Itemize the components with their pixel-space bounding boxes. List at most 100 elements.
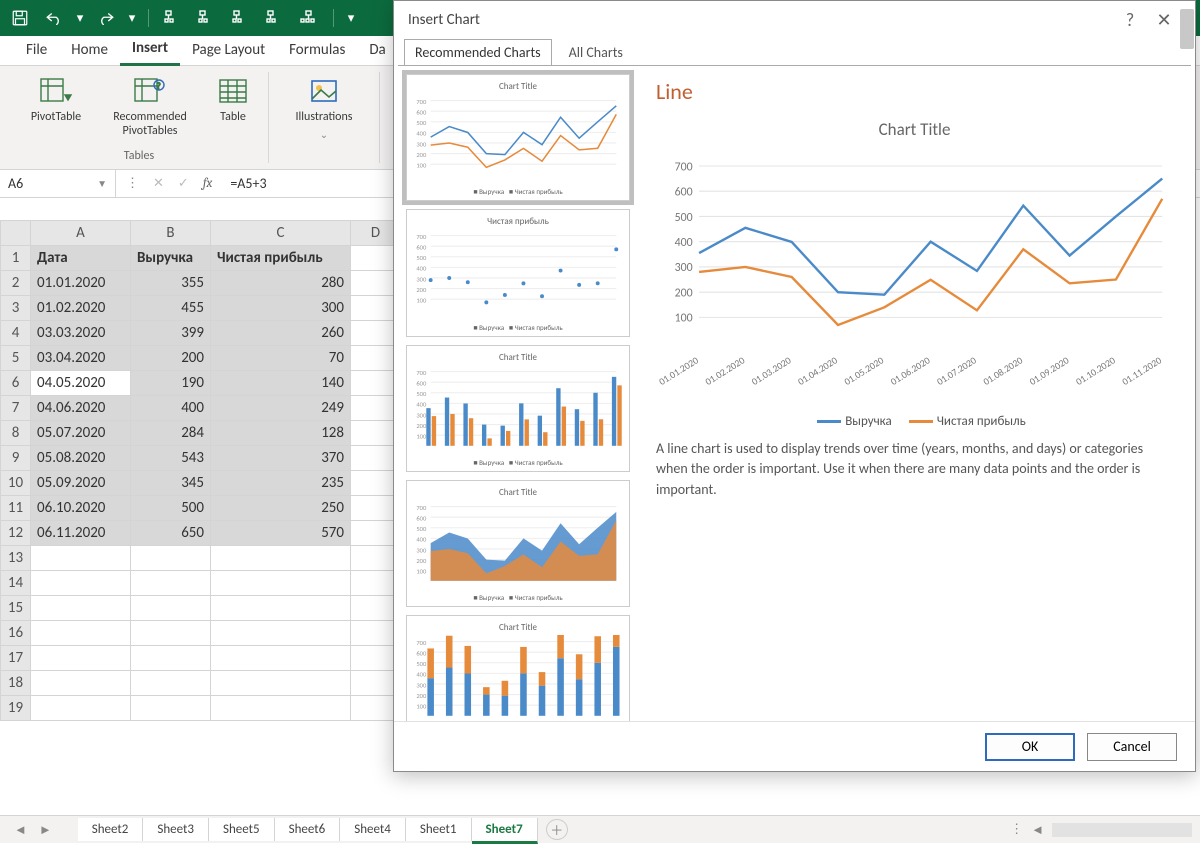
- cell[interactable]: 70: [211, 346, 351, 371]
- tab-all-charts[interactable]: All Charts: [558, 39, 634, 65]
- qat-chart-icon-3[interactable]: [227, 4, 255, 32]
- options-icon[interactable]: ⋮: [126, 176, 139, 191]
- cell[interactable]: 04.06.2020: [31, 396, 131, 421]
- cell[interactable]: 03.03.2020: [31, 321, 131, 346]
- row-header[interactable]: 17: [1, 646, 31, 671]
- qat-customize-icon[interactable]: ▾: [344, 4, 358, 32]
- redo-dropdown-icon[interactable]: ▾: [126, 4, 138, 32]
- cell[interactable]: 01.02.2020: [31, 296, 131, 321]
- cell[interactable]: 455: [131, 296, 211, 321]
- cell[interactable]: 399: [131, 321, 211, 346]
- row-header[interactable]: 1: [1, 246, 31, 271]
- cell[interactable]: 04.05.2020: [31, 371, 131, 396]
- cell[interactable]: 249: [211, 396, 351, 421]
- row-header[interactable]: 7: [1, 396, 31, 421]
- sheet-tab-sheet2[interactable]: Sheet2: [78, 818, 144, 841]
- row-header[interactable]: 2: [1, 271, 31, 296]
- name-box[interactable]: A6▼: [0, 170, 116, 197]
- row-header[interactable]: 4: [1, 321, 31, 346]
- cell[interactable]: 370: [211, 446, 351, 471]
- sheet-tab-sheet7[interactable]: Sheet7: [472, 818, 538, 844]
- col-header-A[interactable]: A: [31, 221, 131, 246]
- sheet-tab-sheet5[interactable]: Sheet5: [209, 818, 275, 841]
- sheet-tab-sheet6[interactable]: Sheet6: [275, 818, 341, 841]
- cell[interactable]: 543: [131, 446, 211, 471]
- cell[interactable]: 03.04.2020: [31, 346, 131, 371]
- qat-chart-icon-4[interactable]: [261, 4, 289, 32]
- cell[interactable]: 128: [211, 421, 351, 446]
- sheet-nav-prev[interactable]: ◄: [8, 822, 33, 838]
- cell[interactable]: 06.11.2020: [31, 521, 131, 546]
- row-header[interactable]: 10: [1, 471, 31, 496]
- fx-icon[interactable]: fx: [203, 176, 213, 191]
- ribbon-tab-da[interactable]: Da: [357, 35, 397, 65]
- cell[interactable]: 05.08.2020: [31, 446, 131, 471]
- qat-chart-icon-2[interactable]: [193, 4, 221, 32]
- chart-thumb-3[interactable]: Chart Title100200300400500600700■ Выручк…: [406, 480, 630, 607]
- undo-icon[interactable]: [40, 4, 68, 32]
- sheet-tab-sheet3[interactable]: Sheet3: [143, 818, 209, 841]
- cancel-formula-icon[interactable]: ✕: [153, 176, 164, 191]
- illustrations-button[interactable]: Illustrations ⌄: [279, 72, 369, 145]
- col-header-C[interactable]: C: [211, 221, 351, 246]
- add-sheet-button[interactable]: ＋: [546, 819, 568, 840]
- chart-thumb-0[interactable]: Chart Title100200300400500600700■ Выручк…: [406, 74, 630, 201]
- cell[interactable]: 01.01.2020: [31, 271, 131, 296]
- cancel-button[interactable]: Cancel: [1087, 733, 1177, 761]
- row-header[interactable]: 12: [1, 521, 31, 546]
- cell[interactable]: 250: [211, 496, 351, 521]
- cell[interactable]: 570: [211, 521, 351, 546]
- cell[interactable]: 284: [131, 421, 211, 446]
- sheet-tab-sheet1[interactable]: Sheet1: [406, 818, 472, 841]
- cell[interactable]: 280: [211, 271, 351, 296]
- row-header[interactable]: 3: [1, 296, 31, 321]
- chart-thumb-4[interactable]: Chart Title100200300400500600700■ Выручк…: [406, 615, 630, 721]
- row-header[interactable]: 18: [1, 671, 31, 696]
- ribbon-tab-insert[interactable]: Insert: [120, 33, 180, 66]
- col-header-B[interactable]: B: [131, 221, 211, 246]
- row-header[interactable]: 15: [1, 596, 31, 621]
- row-header[interactable]: 9: [1, 446, 31, 471]
- recommended-pivottables-button[interactable]: ? Recommended PivotTables: [100, 72, 200, 142]
- ribbon-tab-page-layout[interactable]: Page Layout: [180, 35, 277, 65]
- chart-thumb-2[interactable]: Chart Title100200300400500600700■ Выручк…: [406, 345, 630, 472]
- undo-dropdown-icon[interactable]: ▾: [74, 4, 86, 32]
- sheet-nav-next[interactable]: ►: [33, 822, 58, 838]
- save-icon[interactable]: [6, 4, 34, 32]
- row-header[interactable]: 5: [1, 346, 31, 371]
- cell[interactable]: 05.09.2020: [31, 471, 131, 496]
- cell[interactable]: 190: [131, 371, 211, 396]
- ok-button[interactable]: OK: [985, 733, 1075, 761]
- row-header[interactable]: 13: [1, 546, 31, 571]
- qat-chart-icon-1[interactable]: [159, 4, 187, 32]
- sheet-tab-sheet4[interactable]: Sheet4: [340, 818, 406, 841]
- cell[interactable]: 355: [131, 271, 211, 296]
- cell[interactable]: 140: [211, 371, 351, 396]
- cell[interactable]: 260: [211, 321, 351, 346]
- row-header[interactable]: 11: [1, 496, 31, 521]
- cell[interactable]: 235: [211, 471, 351, 496]
- cell[interactable]: 200: [131, 346, 211, 371]
- accept-formula-icon[interactable]: ✓: [178, 176, 189, 191]
- row-header[interactable]: 14: [1, 571, 31, 596]
- ribbon-tab-home[interactable]: Home: [59, 35, 120, 65]
- pivottable-button[interactable]: PivotTable: [20, 72, 92, 142]
- chart-thumb-1[interactable]: Чистая прибыль100200300400500600700■ Выр…: [406, 209, 630, 336]
- redo-icon[interactable]: [92, 4, 120, 32]
- row-header[interactable]: 8: [1, 421, 31, 446]
- qat-chart-icon-5[interactable]: [295, 4, 323, 32]
- cell[interactable]: 345: [131, 471, 211, 496]
- cell[interactable]: 500: [131, 496, 211, 521]
- row-header[interactable]: 16: [1, 621, 31, 646]
- cell[interactable]: 400: [131, 396, 211, 421]
- cell[interactable]: 300: [211, 296, 351, 321]
- ribbon-tab-file[interactable]: File: [14, 35, 59, 65]
- cell[interactable]: 05.07.2020: [31, 421, 131, 446]
- row-header[interactable]: 19: [1, 696, 31, 721]
- row-header[interactable]: 6: [1, 371, 31, 396]
- dialog-help-icon[interactable]: ?: [1113, 9, 1147, 31]
- ribbon-tab-formulas[interactable]: Formulas: [277, 35, 357, 65]
- tab-recommended-charts[interactable]: Recommended Charts: [404, 39, 552, 65]
- table-button[interactable]: Table: [208, 72, 258, 142]
- dialog-close-icon[interactable]: ✕: [1147, 9, 1181, 31]
